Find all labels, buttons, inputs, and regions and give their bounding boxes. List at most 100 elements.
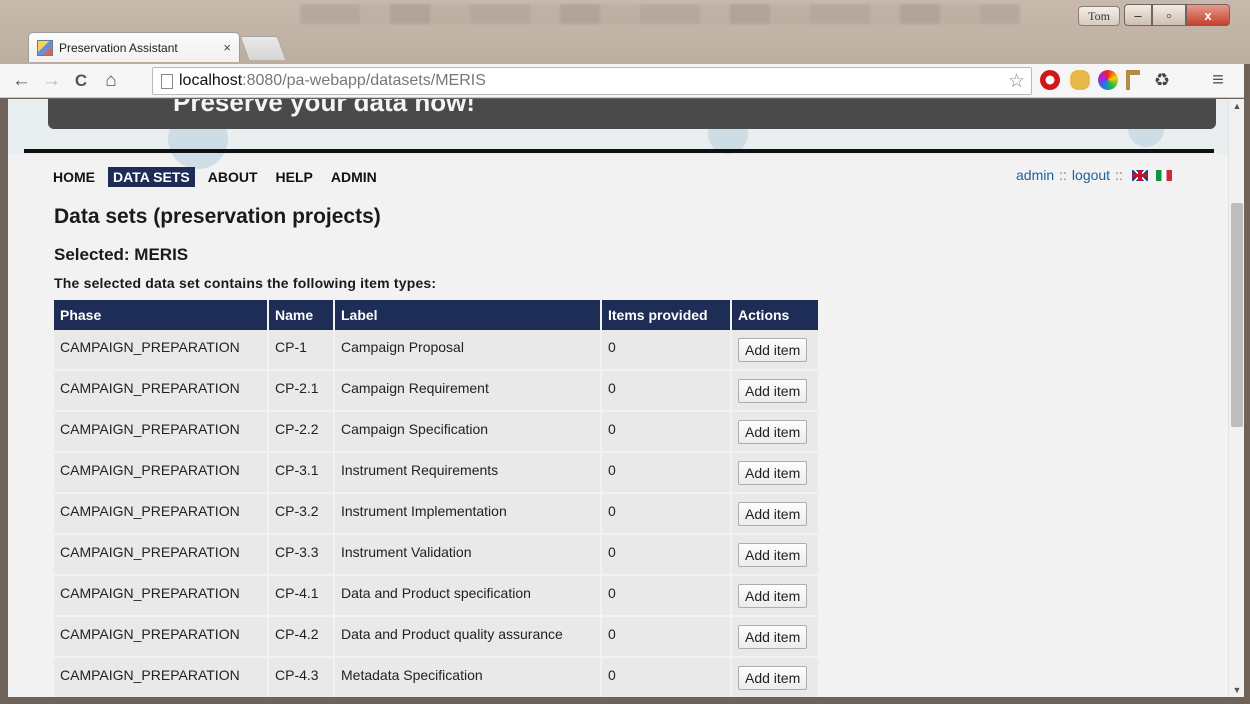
menu-home[interactable]: HOME: [48, 167, 100, 187]
address-bar[interactable]: localhost:8080/pa-webapp/datasets/MERIS …: [152, 67, 1032, 95]
cell-phase: CAMPAIGN_PREPARATION: [54, 494, 269, 535]
cell-actions: Add item: [732, 494, 820, 535]
minimize-button[interactable]: –: [1124, 4, 1152, 26]
cell-items-provided: 0: [602, 576, 732, 617]
english-flag-icon[interactable]: [1131, 169, 1148, 181]
ruler-extension-icon[interactable]: [1126, 70, 1140, 90]
cell-actions: Add item: [732, 453, 820, 494]
cell-label: Data and Product specification: [335, 576, 602, 617]
cell-name: CP-2.2: [269, 412, 335, 453]
window-controls: – ▫ x: [1124, 4, 1230, 26]
color-picker-extension-icon[interactable]: [1098, 70, 1118, 90]
table-row: CAMPAIGN_PREPARATION CP-3.2 Instrument Imp…: [54, 494, 820, 535]
back-arrow-icon[interactable]: ←: [12, 70, 31, 92]
separator: ::: [1059, 167, 1067, 183]
cell-phase: CAMPAIGN_PREPARATION: [54, 371, 269, 412]
recycle-extension-icon[interactable]: ♻: [1152, 70, 1172, 90]
browser-tab[interactable]: Preservation Assistant ×: [28, 32, 240, 62]
scroll-down-icon[interactable]: ▼: [1229, 683, 1245, 697]
cell-items-provided: 0: [602, 494, 732, 535]
cell-actions: Add item: [732, 658, 820, 697]
italian-flag-icon[interactable]: [1155, 169, 1172, 181]
cell-name: CP-4.1: [269, 576, 335, 617]
adblock-extension-icon[interactable]: [1040, 70, 1060, 90]
banner-title: Preserve your data now!: [173, 99, 475, 117]
table-body: CAMPAIGN_PREPARATION CP-1 Campaign Proposa…: [54, 330, 820, 697]
table-row: CAMPAIGN_PREPARATION CP-3.3 Instrument Val…: [54, 535, 820, 576]
add-item-button[interactable]: Add item: [738, 337, 808, 362]
add-item-button[interactable]: Add item: [738, 460, 808, 485]
cell-name: CP-1: [269, 330, 335, 371]
cell-actions: Add item: [732, 617, 820, 658]
menu-help[interactable]: HELP: [271, 167, 318, 187]
banner-divider: [24, 149, 1214, 153]
new-tab-button[interactable]: [239, 36, 287, 60]
cell-name: CP-2.1: [269, 371, 335, 412]
table-row: CAMPAIGN_PREPARATION CP-3.1 Instrument Req…: [54, 453, 820, 494]
table-header-row: Phase Name Label Items provided Actions: [54, 300, 820, 330]
cell-label: Campaign Requirement: [335, 371, 602, 412]
cell-items-provided: 0: [602, 330, 732, 371]
menu-admin[interactable]: ADMIN: [326, 167, 382, 187]
cell-label: Data and Product quality assurance: [335, 617, 602, 658]
scroll-up-icon[interactable]: ▲: [1229, 99, 1245, 113]
cell-items-provided: 0: [602, 453, 732, 494]
add-item-button[interactable]: Add item: [738, 665, 808, 690]
window-frame: [0, 697, 1250, 704]
main-menu: HOME DATA SETS ABOUT HELP ADMIN: [48, 167, 390, 187]
cell-name: CP-4.2: [269, 617, 335, 658]
cell-phase: CAMPAIGN_PREPARATION: [54, 658, 269, 697]
vertical-scrollbar[interactable]: ▲ ▼: [1228, 99, 1244, 697]
cell-phase: CAMPAIGN_PREPARATION: [54, 330, 269, 371]
cell-actions: Add item: [732, 576, 820, 617]
cell-phase: CAMPAIGN_PREPARATION: [54, 412, 269, 453]
selected-dataset: Selected: MERIS: [54, 245, 189, 264]
page-icon: [161, 73, 173, 89]
cell-items-provided: 0: [602, 371, 732, 412]
add-item-button[interactable]: Add item: [738, 542, 808, 567]
menu-about[interactable]: ABOUT: [203, 167, 263, 187]
window-titlebar: Preservation Assistant × Tom – ▫ x: [0, 0, 1250, 64]
table-row: CAMPAIGN_PREPARATION CP-2.2 Campaign Speci…: [54, 412, 820, 453]
window-frame: [1244, 64, 1250, 704]
cell-label: Instrument Implementation: [335, 494, 602, 535]
cell-label: Metadata Specification: [335, 658, 602, 697]
table-row: CAMPAIGN_PREPARATION CP-4.1 Data and Produ…: [54, 576, 820, 617]
table-caption: The selected data set contains the follo…: [54, 275, 437, 291]
chrome-menu-icon[interactable]: ≡: [1208, 70, 1228, 90]
browser-toolbar: ← → C ⌂ localhost:8080/pa-webapp/dataset…: [0, 64, 1250, 98]
add-item-button[interactable]: Add item: [738, 378, 808, 403]
cookie-extension-icon[interactable]: [1070, 70, 1090, 90]
home-icon[interactable]: ⌂: [102, 70, 120, 92]
admin-link[interactable]: admin: [1016, 167, 1054, 183]
header-name: Name: [269, 300, 335, 330]
header-banner: Preserve your data now!: [8, 99, 1228, 169]
logout-link[interactable]: logout: [1072, 167, 1110, 183]
cell-actions: Add item: [732, 330, 820, 371]
add-item-button[interactable]: Add item: [738, 624, 808, 649]
add-item-button[interactable]: Add item: [738, 419, 808, 444]
add-item-button[interactable]: Add item: [738, 583, 808, 608]
user-links: admin :: logout ::: [1016, 167, 1172, 183]
add-item-button[interactable]: Add item: [738, 501, 808, 526]
item-types-table: Phase Name Label Items provided Actions …: [54, 300, 820, 697]
tab-title: Preservation Assistant: [59, 40, 178, 55]
header-phase: Phase: [54, 300, 269, 330]
cell-phase: CAMPAIGN_PREPARATION: [54, 535, 269, 576]
close-window-button[interactable]: x: [1186, 4, 1230, 26]
tab-close-icon[interactable]: ×: [223, 40, 231, 55]
cell-phase: CAMPAIGN_PREPARATION: [54, 453, 269, 494]
maximize-button[interactable]: ▫: [1152, 4, 1186, 26]
cell-items-provided: 0: [602, 658, 732, 697]
cell-items-provided: 0: [602, 617, 732, 658]
cell-actions: Add item: [732, 371, 820, 412]
forward-arrow-icon[interactable]: →: [42, 70, 61, 92]
scroll-thumb[interactable]: [1231, 203, 1243, 427]
menu-data-sets[interactable]: DATA SETS: [108, 167, 195, 187]
bookmark-star-icon[interactable]: ☆: [1008, 70, 1025, 93]
cell-items-provided: 0: [602, 535, 732, 576]
page-title: Data sets (preservation projects): [54, 205, 381, 228]
table-row: CAMPAIGN_PREPARATION CP-4.2 Data and Produ…: [54, 617, 820, 658]
profile-button[interactable]: Tom: [1078, 6, 1120, 26]
reload-icon[interactable]: C: [72, 71, 90, 91]
